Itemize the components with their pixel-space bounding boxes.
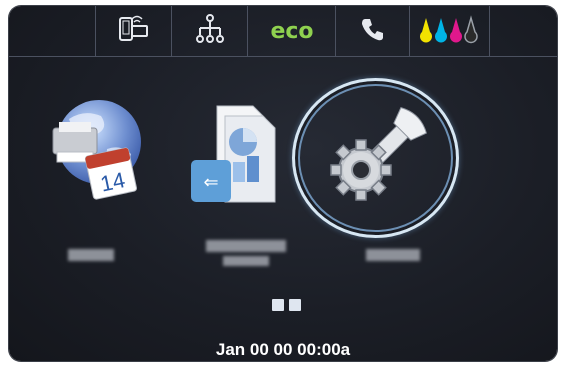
printer-home-screen: eco 14 ⇐ Jan 00 00 00:00a <box>9 6 557 361</box>
status-spacer-left <box>9 6 95 56</box>
usb-document-icon: ⇐ <box>187 105 293 210</box>
calendar-day-text: 14 <box>98 167 127 197</box>
status-bar: eco <box>9 6 557 57</box>
ink-levels-button[interactable] <box>409 6 490 56</box>
status-spacer-right <box>489 6 557 56</box>
app-usb-print[interactable]: ⇐ <box>187 102 293 206</box>
globe-calendar-icon: 14 <box>39 100 149 206</box>
ink-levels-icon <box>418 14 482 49</box>
wireless-direct-button[interactable] <box>95 6 172 56</box>
app-setup-label <box>358 245 428 265</box>
fax-icon <box>360 16 386 47</box>
app-web-label <box>61 245 121 265</box>
svg-text:⇐: ⇐ <box>203 172 218 193</box>
date-time-readout: Jan 00 00 00:00a <box>215 340 351 359</box>
app-web[interactable]: 14 <box>39 94 149 202</box>
fax-button[interactable] <box>335 6 410 56</box>
status-bar-divider <box>9 56 557 57</box>
wireless-direct-icon <box>114 13 154 50</box>
app-usb-print-label <box>200 228 292 278</box>
eco-button[interactable]: eco <box>247 6 336 56</box>
eco-label: eco <box>270 18 314 44</box>
app-setup[interactable] <box>319 100 439 216</box>
wrench-gear-icon <box>319 107 439 220</box>
network-button[interactable] <box>171 6 248 56</box>
page-dot-1[interactable] <box>272 299 284 311</box>
page-indicator[interactable] <box>272 299 301 311</box>
network-icon <box>193 12 227 51</box>
page-dot-2[interactable] <box>289 299 301 311</box>
